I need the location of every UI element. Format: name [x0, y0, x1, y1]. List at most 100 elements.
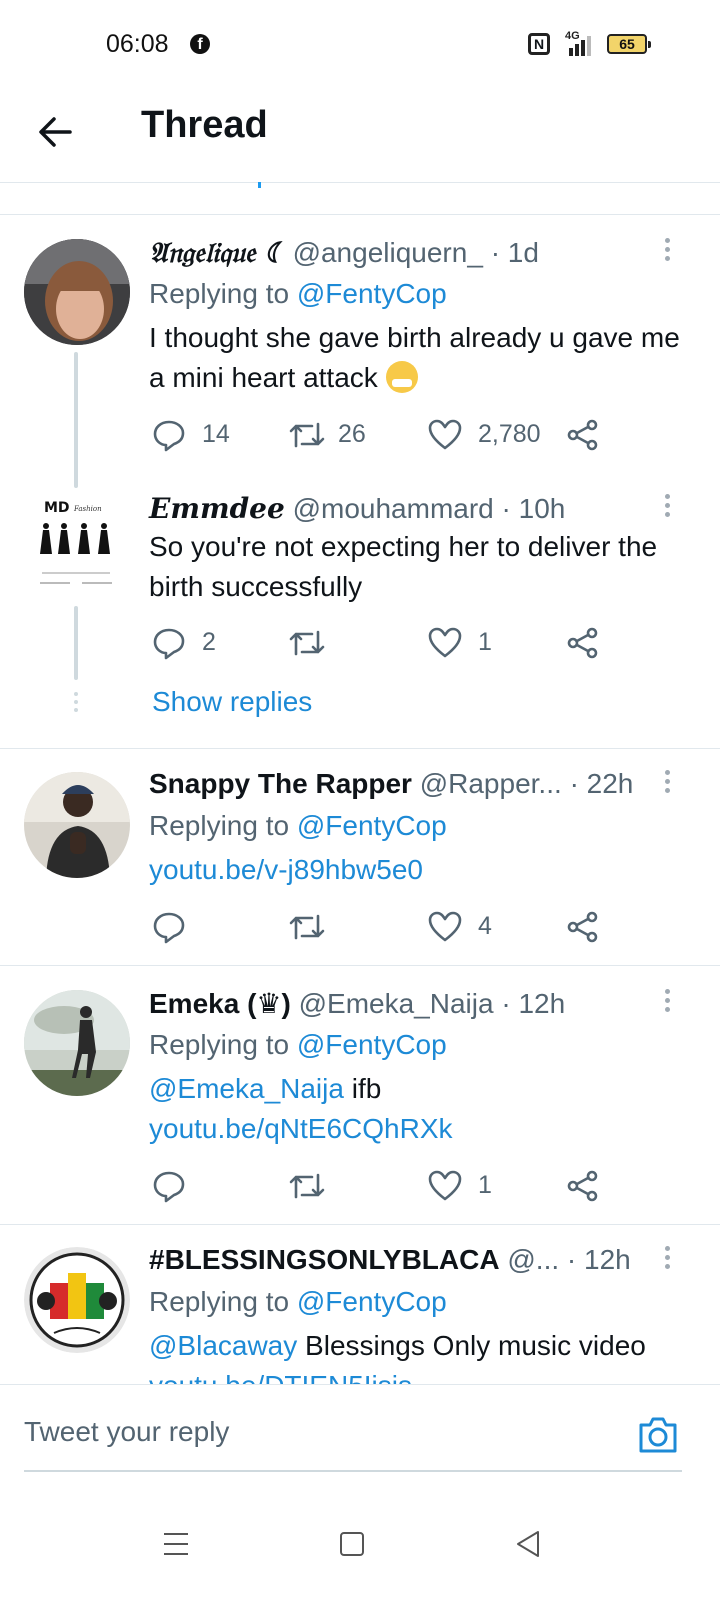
- mention-link[interactable]: @Blacaway: [149, 1330, 297, 1361]
- avatar[interactable]: [24, 1247, 130, 1353]
- tweet-header: Emeka (♛) @Emeka_Naija · 12h: [149, 987, 565, 1020]
- handle[interactable]: @Rapper...: [420, 768, 562, 799]
- replying-to-link[interactable]: @FentyCop: [297, 278, 447, 309]
- avatar[interactable]: [24, 990, 130, 1096]
- more-options-icon[interactable]: [660, 494, 674, 524]
- show-replies-link[interactable]: Show replies: [152, 686, 312, 718]
- replying-prefix: Replying to: [149, 1029, 290, 1060]
- replying-prefix: Replying to: [149, 810, 290, 841]
- replying-to: Replying to @FentyCop: [149, 1286, 447, 1318]
- reply-button[interactable]: 14: [152, 414, 252, 454]
- display-name[interactable]: 𝔄𝔫𝔤𝔢𝔩𝔦𝔮𝔲𝔢 ☾: [149, 236, 285, 269]
- more-options-icon[interactable]: [660, 770, 674, 800]
- camera-button[interactable]: [636, 1413, 680, 1457]
- reply-button[interactable]: 2: [152, 622, 252, 662]
- signal-icon: 4G: [563, 30, 599, 58]
- triangle-back-icon: [517, 1531, 539, 1557]
- replying-prefix: Replying to: [149, 1286, 290, 1317]
- tweet-text: So you're not expecting her to deliver t…: [149, 531, 658, 602]
- avatar[interactable]: [24, 239, 130, 345]
- tweet-text-content: Blessings Only music video: [297, 1330, 646, 1361]
- replying-to: Replying to @FentyCop: [149, 810, 447, 842]
- status-bar: 06:08 f N 4G 65: [0, 0, 720, 90]
- home-button[interactable]: [332, 1524, 372, 1564]
- replying-to-link[interactable]: @FentyCop: [297, 810, 447, 841]
- retweet-button[interactable]: [288, 622, 388, 662]
- reply-icon: [153, 912, 185, 944]
- handle[interactable]: @angeliquern_: [293, 237, 483, 268]
- heart-icon: [428, 627, 462, 658]
- share-button[interactable]: [566, 906, 602, 946]
- share-icon: [567, 419, 598, 451]
- square-icon: [340, 1532, 364, 1556]
- more-options-icon[interactable]: [660, 989, 674, 1019]
- tweet-link[interactable]: youtu.be/DTIEN5Iisis: [149, 1370, 412, 1384]
- thread-header: Thread: [0, 90, 720, 183]
- tweet-text: @Emeka_Naija ifb youtu.be/qNtE6CQhRXk: [149, 1069, 694, 1149]
- share-button[interactable]: [566, 1165, 602, 1205]
- share-button[interactable]: [566, 622, 602, 662]
- more-options-icon[interactable]: [660, 238, 674, 268]
- replying-prefix: Replying to: [149, 278, 290, 309]
- avatar[interactable]: [24, 772, 130, 878]
- like-count: 1: [478, 628, 492, 656]
- timestamp: · 12h: [501, 988, 566, 1019]
- reply-count: 2: [202, 628, 216, 656]
- reply-icon: [153, 628, 185, 660]
- arrow-left-icon: [39, 117, 72, 147]
- share-icon: [567, 1170, 598, 1202]
- reply-button[interactable]: [152, 906, 252, 946]
- share-icon: [567, 911, 598, 943]
- retweet-icon: [289, 914, 325, 940]
- display-name[interactable]: 𝑬𝒎𝒎𝒅𝒆𝒆: [149, 492, 285, 525]
- like-button[interactable]: 1: [428, 1165, 558, 1205]
- replying-to-link[interactable]: @FentyCop: [297, 1286, 447, 1317]
- timestamp: · 1d: [490, 237, 539, 268]
- thread-connector: [74, 352, 78, 488]
- retweet-button[interactable]: [288, 1165, 388, 1205]
- svg-text:MD: MD: [44, 500, 70, 516]
- retweet-button[interactable]: [288, 906, 388, 946]
- network-type: 4G: [565, 30, 580, 42]
- retweet-button[interactable]: 26: [288, 414, 388, 454]
- reply-input[interactable]: [24, 1407, 624, 1457]
- tweet-header: Snappy The Rapper @Rapper... · 22h: [149, 768, 633, 800]
- replying-to-link[interactable]: @FentyCop: [297, 1029, 447, 1060]
- heart-icon: [428, 419, 462, 450]
- share-button[interactable]: [566, 414, 602, 454]
- divider: [0, 965, 720, 966]
- tweet-blessingsonlyblaca[interactable]: #BLESSINGSONLYBLACA @... · 12h Replying …: [0, 1225, 720, 1384]
- back-button[interactable]: [34, 110, 78, 154]
- reply-count: 14: [202, 420, 230, 448]
- back-nav-button[interactable]: [508, 1524, 548, 1564]
- reply-button[interactable]: [152, 1165, 252, 1205]
- like-button[interactable]: 4: [428, 906, 558, 946]
- display-name[interactable]: Emeka (♛): [149, 988, 291, 1019]
- retweet-count: 26: [338, 420, 366, 448]
- avatar[interactable]: MD Fashion: [34, 496, 118, 600]
- like-button[interactable]: 1: [428, 622, 558, 662]
- display-name[interactable]: #BLESSINGSONLYBLACA: [149, 1244, 500, 1275]
- handle[interactable]: @mouhammard: [293, 493, 494, 524]
- tweet-link[interactable]: youtu.be/qNtE6CQhRXk: [149, 1113, 453, 1144]
- svg-text:Fashion: Fashion: [73, 505, 102, 513]
- handle[interactable]: @Emeka_Naija: [299, 988, 494, 1019]
- timestamp: · 10h: [501, 493, 566, 524]
- mention-link[interactable]: @Emeka_Naija: [149, 1073, 344, 1104]
- like-button[interactable]: 2,780: [428, 414, 558, 454]
- tweet-header: 𝑬𝒎𝒎𝒅𝒆𝒆 @mouhammard · 10h: [149, 492, 565, 525]
- retweet-icon: [289, 1173, 325, 1199]
- tweet-text: @Blacaway Blessings Only music video you…: [149, 1326, 694, 1384]
- previous-tweet-fragment: [258, 182, 261, 188]
- timestamp: · 22h: [569, 768, 634, 799]
- more-options-icon[interactable]: [660, 1246, 674, 1276]
- replying-to: Replying to @FentyCop: [149, 1029, 447, 1061]
- display-name[interactable]: Snappy The Rapper: [149, 768, 412, 799]
- handle[interactable]: @...: [507, 1244, 559, 1275]
- tweet-header: #BLESSINGSONLYBLACA @... · 12h: [149, 1244, 631, 1276]
- facebook-icon: f: [190, 34, 210, 54]
- recent-apps-button[interactable]: [156, 1524, 196, 1564]
- reply-icon: [153, 1171, 185, 1203]
- tweet-link[interactable]: youtu.be/v-j89hbw5e0: [149, 854, 423, 885]
- tweet-text: I thought she gave birth already u gave …: [149, 318, 694, 398]
